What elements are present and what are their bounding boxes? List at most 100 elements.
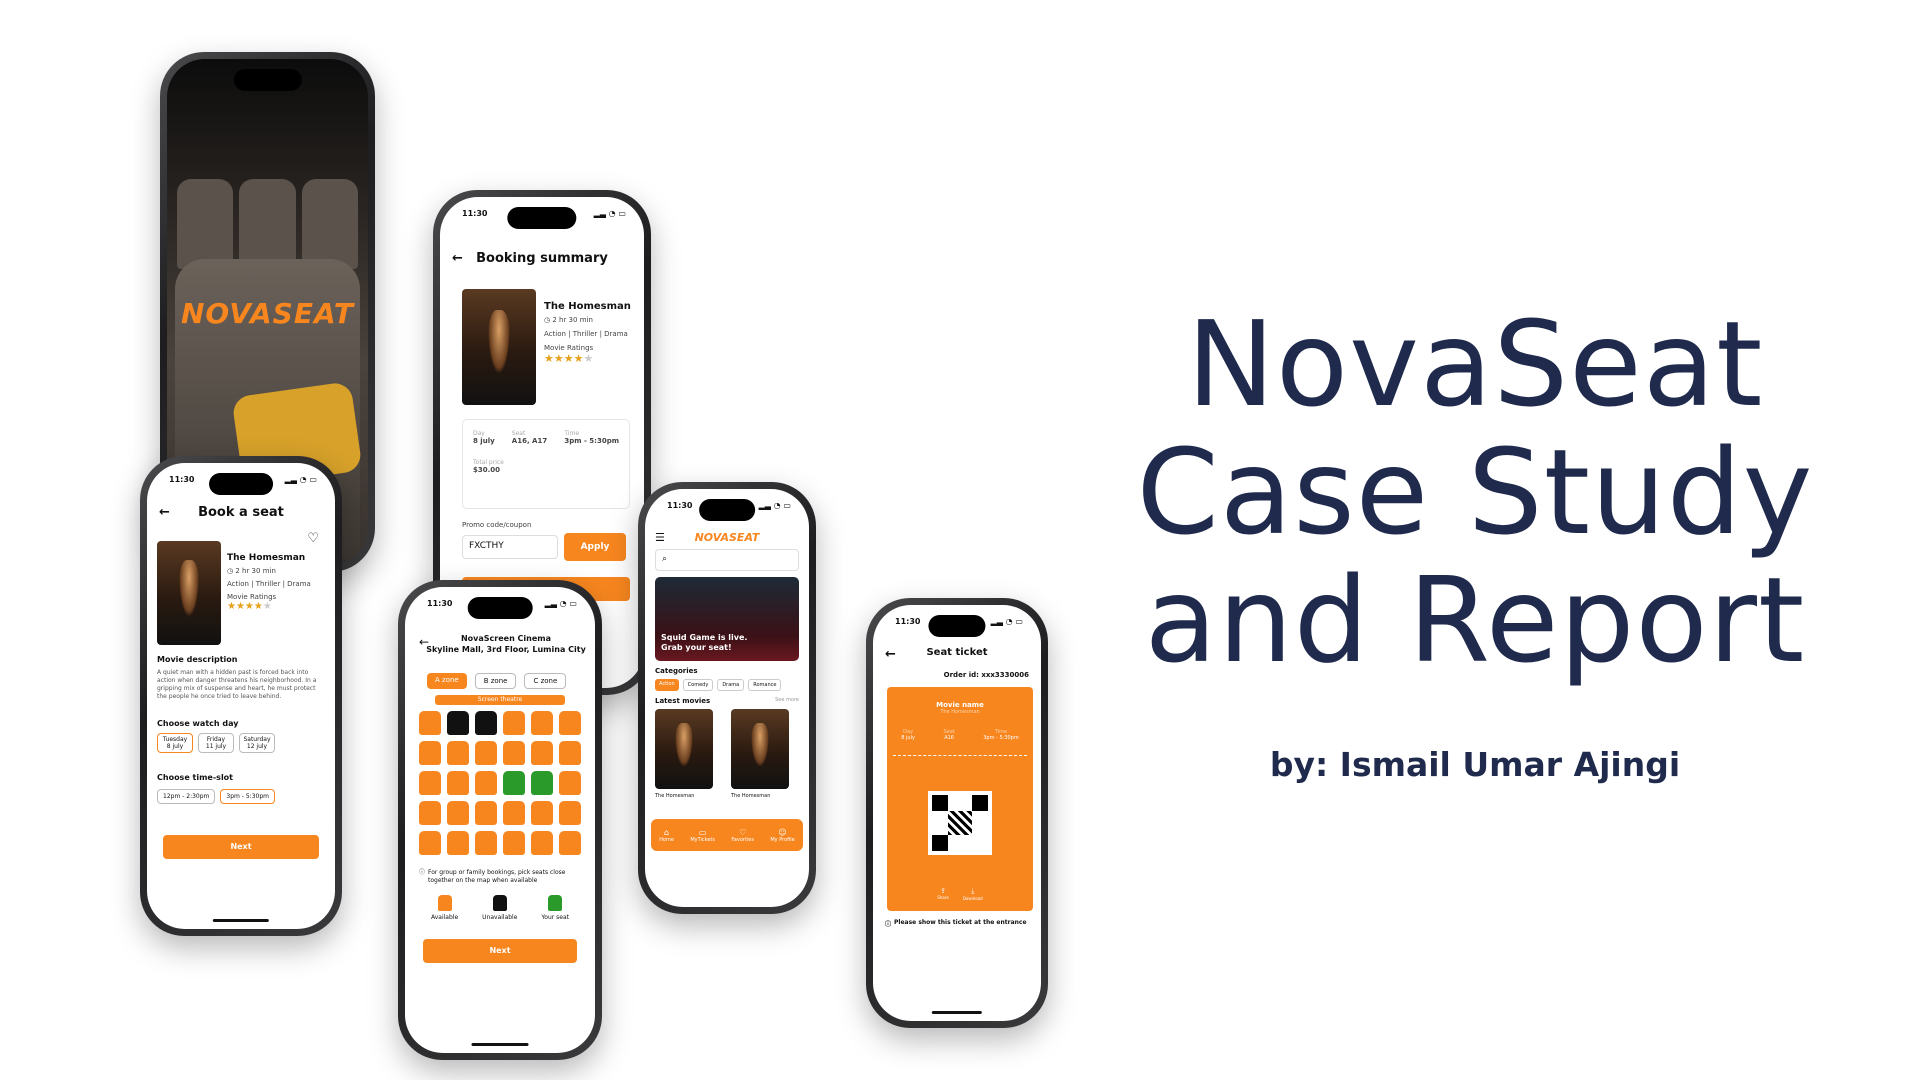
info-icon: ⓘ [885,921,892,928]
seat[interactable] [419,831,441,855]
seat-grid [419,711,581,855]
day-option[interactable]: Saturday 12 july [239,733,275,753]
zone-tab[interactable]: C zone [524,673,567,689]
back-arrow-icon[interactable]: ← [452,251,463,266]
tab-profile[interactable]: ☺ My Profile [770,828,794,843]
back-arrow-icon[interactable]: ← [885,647,896,662]
search-icon: ⌕ [662,554,668,564]
apply-button[interactable]: Apply [564,533,626,561]
day-option[interactable]: Friday 11 july [198,733,234,753]
page-title: ← Book a seat [159,505,284,520]
seat[interactable] [559,711,581,735]
category-chip[interactable]: Drama [717,679,745,691]
book-seat-screen: 11:30 ▂▃ ◔ ▭ ← Book a seat ♡ The Homesman… [147,463,335,929]
seat[interactable] [475,771,497,795]
seat[interactable] [503,741,525,765]
seat[interactable] [475,741,497,765]
slot-option[interactable]: 3pm - 5:30pm [220,789,275,804]
tab-favorites[interactable]: ♡ Favorites [731,828,754,843]
dynamic-island [233,69,302,91]
slot-option[interactable]: 12pm - 2:30pm [157,789,216,804]
next-button[interactable]: Next [423,939,577,963]
search-input[interactable]: ⌕ [655,549,799,571]
seat[interactable] [559,771,581,795]
dynamic-island [467,597,533,619]
seat[interactable] [447,771,469,795]
splash-logo: NOVASEAT [180,297,355,330]
category-chip[interactable]: Romance [748,679,782,691]
seat[interactable] [531,741,553,765]
seat[interactable] [419,741,441,765]
day-option[interactable]: Tuesday 8 july [157,733,193,753]
seat[interactable] [475,831,497,855]
seat[interactable] [559,741,581,765]
download-button[interactable]: ⤓ Download [963,887,983,901]
clock-icon: ◷ [227,567,234,575]
seat[interactable] [503,771,525,795]
home-logo: NOVASEAT [694,531,760,544]
seat[interactable] [503,801,525,825]
home-indicator [212,919,270,922]
phone-home: 11:30 ▂▃ ◔ ▭ ☰ NOVASEAT ⌕ Squid Game is l… [638,482,816,914]
category-chip[interactable]: Action [655,679,679,691]
phone-seat-map: 11:30 ▂▃ ◔ ▭ ← NovaScreen Cinema Skyline … [398,580,602,1060]
seat[interactable] [475,801,497,825]
title-line-2: Case Study [1136,423,1814,561]
ticket-card: Movie name The Homesman Day 8 july Seat A1… [887,687,1033,911]
promo-input[interactable]: FXCTHY [462,535,558,559]
banner-line-2: Grab your seat! [661,643,732,652]
share-button[interactable]: ⇪ Share [937,887,949,901]
movie-poster [157,541,221,645]
cinema-seats-bg [177,179,358,269]
movie-card-poster[interactable] [731,709,789,789]
page-title: ← Seat ticket [885,647,988,662]
see-more-link[interactable]: See more [775,697,799,703]
seat[interactable] [447,741,469,765]
category-chip[interactable]: Comedy [682,679,714,691]
zone-tab[interactable]: A zone [427,673,467,689]
user-icon: ☺ [778,827,787,837]
movie-card-title: The Homesman [655,793,695,799]
seat[interactable] [559,831,581,855]
tab-home[interactable]: ⌂ Home [659,828,674,843]
movie-info: The Homesman ◷ 2 hr 30 min Action | Thri… [544,301,644,365]
next-button[interactable]: Next [163,835,319,859]
seat [475,711,497,735]
categories-title: Categories [655,667,698,675]
dynamic-island [928,615,986,637]
seat[interactable] [447,801,469,825]
seat[interactable] [531,831,553,855]
seat[interactable] [559,801,581,825]
seat-yours-icon [548,895,563,911]
movie-card-poster[interactable] [655,709,713,789]
seat-unavailable-icon [492,895,507,911]
seat-available-icon [437,895,452,911]
title-line-1: NovaSeat [1186,295,1764,433]
promo-banner[interactable]: Squid Game is live. Grab your seat! [655,577,799,661]
tab-mytickets[interactable]: ▭ MyTickets [690,828,715,843]
zone-tab[interactable]: B zone [474,673,517,689]
case-study-title: NovaSeat Case Study and Report [1095,300,1855,684]
heart-icon[interactable]: ♡ [307,531,319,546]
seat[interactable] [531,801,553,825]
seat[interactable] [419,711,441,735]
latest-movies-title: Latest movies [655,697,711,705]
home-icon: ⌂ [664,827,670,837]
movie-description: A quiet man with a hidden past is forced… [157,669,317,700]
ticket-movie: The Homesman [940,709,980,715]
movie-card-title: The Homesman [731,793,771,799]
seat[interactable] [531,771,553,795]
back-arrow-icon[interactable]: ← [159,505,170,520]
dynamic-island [507,207,577,229]
seat[interactable] [503,831,525,855]
seat[interactable] [419,801,441,825]
seat[interactable] [503,711,525,735]
download-icon: ⤓ [971,887,975,895]
group-note: ⓘ For group or family bookings, pick seat… [419,869,566,884]
info-icon: ⓘ [419,869,426,876]
movie-title: The Homesman [544,301,631,312]
seat[interactable] [419,771,441,795]
seat[interactable] [447,831,469,855]
rating-stars: ★★★★★ [227,601,272,612]
seat[interactable] [531,711,553,735]
